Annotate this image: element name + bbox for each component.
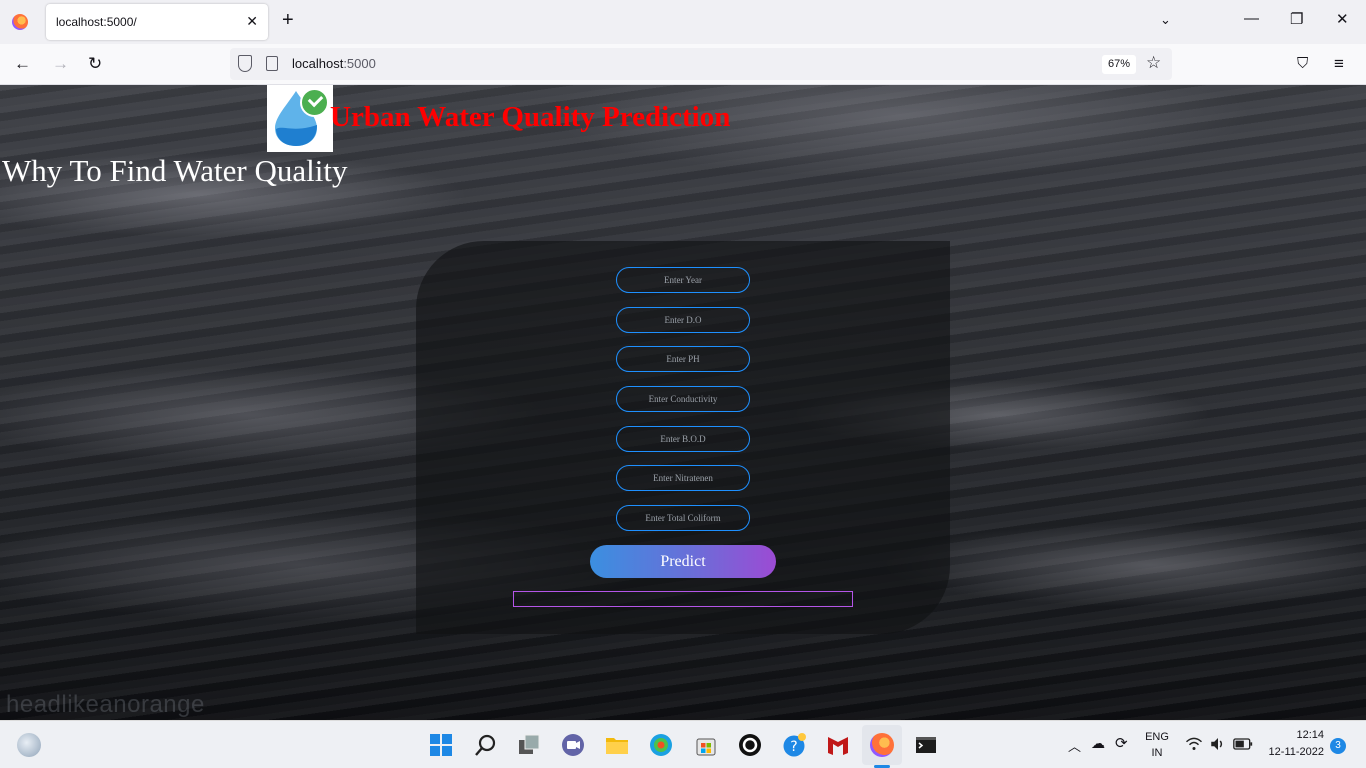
firefox-icon[interactable]: [870, 733, 894, 757]
year-input[interactable]: [616, 267, 750, 293]
cloud-sync-icon[interactable]: ☁: [1091, 735, 1105, 752]
back-icon[interactable]: ←: [14, 54, 31, 74]
page-info-icon[interactable]: [266, 56, 278, 71]
battery-icon[interactable]: [1233, 736, 1253, 752]
do-input[interactable]: [616, 307, 750, 333]
notification-badge[interactable]: 3: [1330, 738, 1346, 754]
bod-input[interactable]: [616, 426, 750, 452]
browser-tab[interactable]: localhost:5000/ ✕: [46, 4, 268, 40]
teams-chat-icon[interactable]: [561, 733, 585, 757]
new-tab-icon[interactable]: +: [282, 10, 294, 30]
svg-text:?: ?: [790, 739, 797, 755]
terminal-icon[interactable]: [914, 733, 938, 757]
region-indicator[interactable]: IN: [1143, 747, 1171, 759]
predict-button[interactable]: Predict: [590, 545, 776, 578]
mcafee-icon[interactable]: [826, 733, 850, 757]
url-text[interactable]: localhost:5000: [292, 56, 376, 71]
update-icon[interactable]: ⟳: [1115, 734, 1128, 752]
image-watermark: headlikeanorange: [6, 691, 205, 718]
url-bar[interactable]: localhost:5000 67% ☆: [230, 48, 1172, 80]
forward-icon[interactable]: →: [52, 54, 69, 74]
file-explorer-icon[interactable]: [605, 733, 629, 757]
close-tab-icon[interactable]: ✕: [246, 13, 258, 30]
firefox-menu-icon[interactable]: [12, 14, 28, 30]
tab-title: localhost:5000/: [56, 15, 137, 29]
prediction-result: [513, 591, 853, 607]
windows-start-icon[interactable]: [429, 733, 453, 757]
zoom-level[interactable]: 67%: [1102, 55, 1137, 74]
close-window-icon[interactable]: ✕: [1336, 10, 1349, 28]
search-icon[interactable]: [474, 733, 498, 757]
app-circle-icon[interactable]: [738, 733, 762, 757]
weather-icon[interactable]: [17, 733, 41, 757]
why-heading[interactable]: Why To Find Water Quality: [2, 153, 347, 189]
page-title: Urban Water Quality Prediction: [330, 101, 731, 133]
get-help-icon[interactable]: ?: [782, 733, 806, 757]
pocket-icon[interactable]: ⛉: [1297, 55, 1308, 72]
water-drop-logo-icon: [267, 85, 333, 152]
tab-bar: localhost:5000/ ✕ + ⌄ — ❐ ✕: [0, 0, 1366, 44]
navigation-bar: ← → ↻ localhost:5000 67% ☆ ⛉ ≡: [0, 44, 1366, 85]
restore-icon[interactable]: ❐: [1290, 10, 1303, 28]
clock-time[interactable]: 12:14: [1264, 729, 1324, 741]
bookmark-star-icon[interactable]: ☆: [1146, 53, 1161, 73]
prediction-form: Predict: [416, 241, 950, 634]
chevron-down-icon[interactable]: ⌄: [1160, 12, 1171, 28]
reload-icon[interactable]: ↻: [88, 54, 102, 74]
wifi-icon[interactable]: [1185, 735, 1203, 753]
ph-input[interactable]: [616, 346, 750, 372]
edge-browser-icon[interactable]: [649, 733, 673, 757]
total-coliform-input[interactable]: [616, 505, 750, 531]
nitratenen-input[interactable]: [616, 465, 750, 491]
language-indicator[interactable]: ENG: [1143, 731, 1171, 743]
page-viewport: Urban Water Quality Prediction Why To Fi…: [0, 85, 1366, 720]
task-view-icon[interactable]: [517, 733, 541, 757]
clock-date[interactable]: 12-11-2022: [1264, 746, 1324, 758]
conductivity-input[interactable]: [616, 386, 750, 412]
shield-icon[interactable]: [238, 55, 252, 72]
minimize-icon[interactable]: —: [1244, 10, 1259, 27]
microsoft-store-icon[interactable]: [694, 733, 718, 757]
chevron-up-icon[interactable]: ︿: [1068, 736, 1081, 755]
hamburger-menu-icon[interactable]: ≡: [1334, 54, 1344, 74]
checkmark-icon: [300, 88, 329, 117]
volume-icon[interactable]: [1209, 735, 1227, 753]
taskbar: ? ︿ ☁ ⟳ ENG IN 12:14 12-11-2022 3: [0, 720, 1366, 768]
